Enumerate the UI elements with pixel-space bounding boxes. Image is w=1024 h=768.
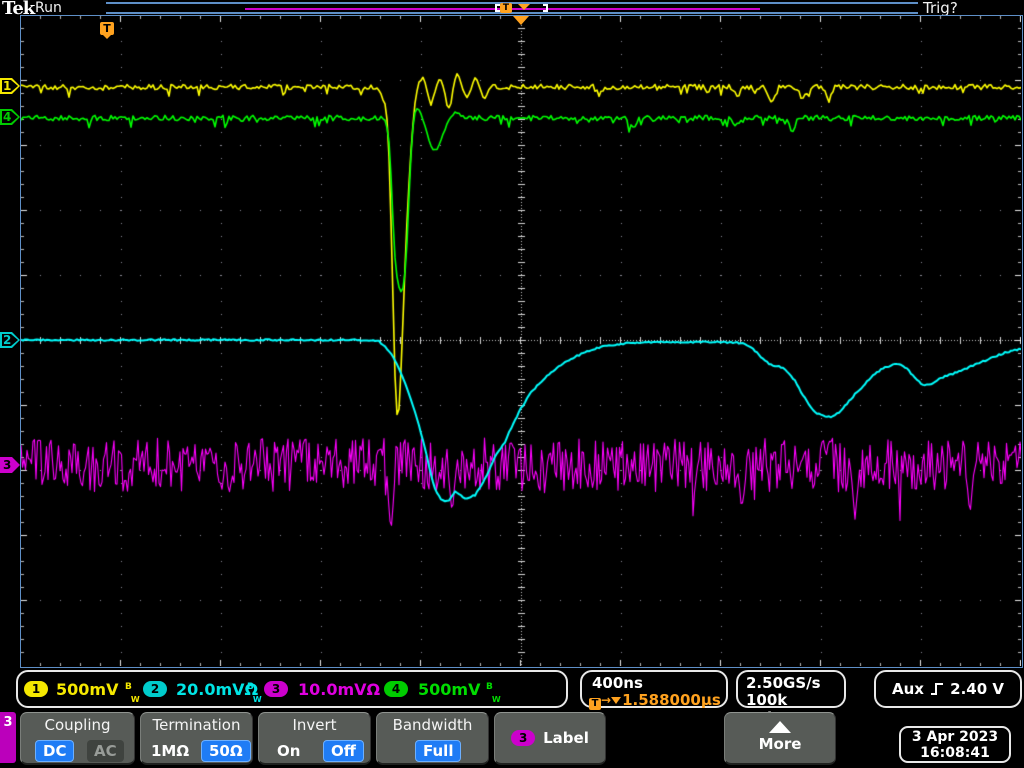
channel-2-scale: 20.0mVΩ [176, 680, 259, 699]
coupling-dc-option[interactable]: DC [35, 740, 75, 762]
trigger-delay-value: 1.588000µs [622, 691, 721, 709]
bandwidth-title: Bandwidth [392, 716, 473, 734]
expansion-triangle-icon [611, 697, 622, 704]
up-arrow-icon [769, 721, 791, 733]
record-view-bar[interactable]: T [106, 2, 918, 14]
invert-title: Invert [292, 716, 337, 734]
rising-edge-icon [931, 683, 944, 695]
datetime-box: 3 Apr 2023 16:08:41 [899, 726, 1011, 763]
more-title: More [758, 735, 802, 753]
expansion-point-icon[interactable] [518, 4, 530, 10]
acquisition-status: Run [35, 0, 62, 16]
coupling-ac-option[interactable]: AC [87, 740, 124, 762]
label-channel-badge: 3 [511, 730, 536, 746]
sample-rate: 2.50GS/s [746, 674, 821, 692]
channel-4-badge: 4 [384, 681, 408, 697]
bandwidth-full-option[interactable]: Full [415, 740, 462, 762]
trigger-position-icon[interactable]: T [500, 3, 512, 13]
time: 16:08:41 [920, 745, 990, 761]
channel-1-bandwidth-limit-icon: BW [125, 682, 140, 704]
trigger-t-icon: T [589, 698, 601, 710]
bandwidth-button[interactable]: Bandwidth Full [376, 712, 489, 765]
channel-4-bandwidth-limit-icon: BW [486, 682, 501, 704]
termination-title: Termination [152, 716, 241, 734]
trigger-delay-readout: T → 1.588000µs [589, 691, 721, 710]
channel-4-marker-label: 4 [3, 110, 12, 124]
horizontal-readout-box: 400ns T → 1.588000µs [580, 670, 728, 710]
channel-1-marker[interactable]: 1 [0, 78, 20, 94]
channel-3-marker[interactable]: 3 [0, 457, 20, 473]
channel-3-menu-tab[interactable]: 3 [0, 712, 16, 763]
coupling-button[interactable]: Coupling DC AC [20, 712, 135, 765]
channel-2-marker[interactable]: 2 [0, 332, 20, 348]
channel-readouts-box: 1 500mV BW 2 20.0mVΩ BW 3 10.0mVΩ 4 500m… [16, 670, 568, 708]
window-right-bracket-icon[interactable] [543, 4, 548, 12]
channel-4-scale: 500mV [418, 680, 481, 699]
trigger-readout-box: Aux 2.40 V [874, 670, 1022, 708]
horizontal-scale: 400ns [592, 674, 643, 692]
label-button[interactable]: 3 Label [494, 712, 606, 765]
invert-button[interactable]: Invert On Off [258, 712, 371, 765]
expansion-point-marker-icon[interactable] [513, 16, 529, 25]
termination-50ohm-option[interactable]: 50Ω [201, 740, 251, 762]
channel-2-badge: 2 [143, 681, 167, 697]
more-button[interactable]: More [724, 712, 836, 765]
channel-4-marker[interactable]: 4 [0, 109, 20, 125]
date: 3 Apr 2023 [911, 729, 999, 745]
waveform-display[interactable] [21, 16, 1021, 666]
channel-3-scale: 10.0mVΩ [298, 680, 381, 699]
trigger-status: Trig? [923, 0, 958, 17]
channel-2-bandwidth-limit-icon: BW [247, 682, 262, 704]
label-title: Label [543, 729, 589, 747]
channel-1-marker-label: 1 [3, 79, 12, 93]
coupling-title: Coupling [44, 716, 111, 734]
trigger-level: 2.40 V [950, 680, 1004, 698]
channel-1-badge: 1 [24, 681, 48, 697]
channel-2-marker-label: 2 [3, 333, 12, 347]
invert-on-option[interactable]: On [277, 740, 300, 762]
termination-button[interactable]: Termination 1MΩ 50Ω [140, 712, 253, 765]
termination-1mohm-option[interactable]: 1MΩ [151, 740, 189, 762]
trigger-point-marker-icon[interactable]: T [100, 22, 114, 39]
acquisition-readout-box: 2.50GS/s 100k points [736, 670, 846, 727]
trigger-source: Aux [892, 680, 924, 698]
channel-3-badge: 3 [264, 681, 288, 697]
channel-1-scale: 500mV [56, 680, 119, 699]
oscilloscope-screen: Tek Run T Trig? T 1 4 2 3 1 500mV BW 2 2… [0, 0, 1024, 768]
channel-3-marker-label: 3 [3, 458, 12, 472]
invert-off-option[interactable]: Off [323, 740, 364, 762]
